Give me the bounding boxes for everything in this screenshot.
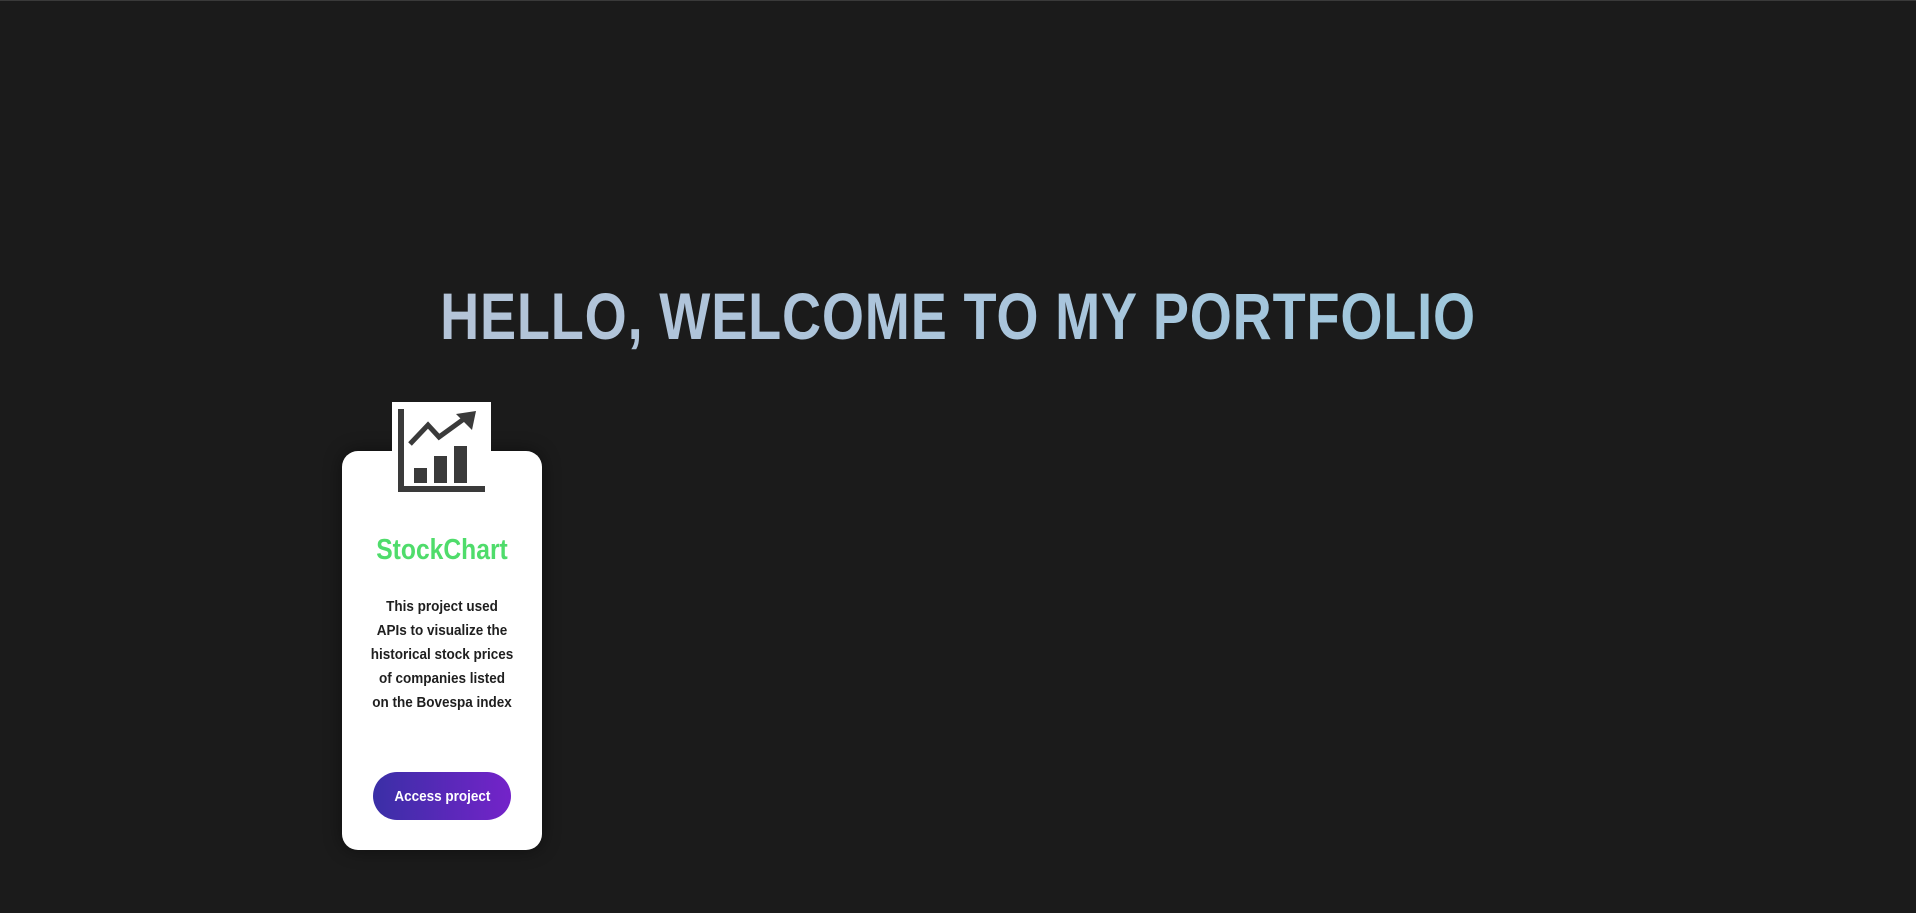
access-project-button[interactable]: Access project (373, 772, 511, 820)
page-title: HELLO, WELCOME TO MY PORTFOLIO (172, 276, 1743, 356)
stock-chart-icon (392, 402, 491, 497)
project-title: StockChart (376, 534, 508, 566)
access-project-label: Access project (393, 787, 491, 805)
project-description: This project used APIs to visualize the … (370, 598, 514, 711)
top-border (0, 0, 1916, 1)
